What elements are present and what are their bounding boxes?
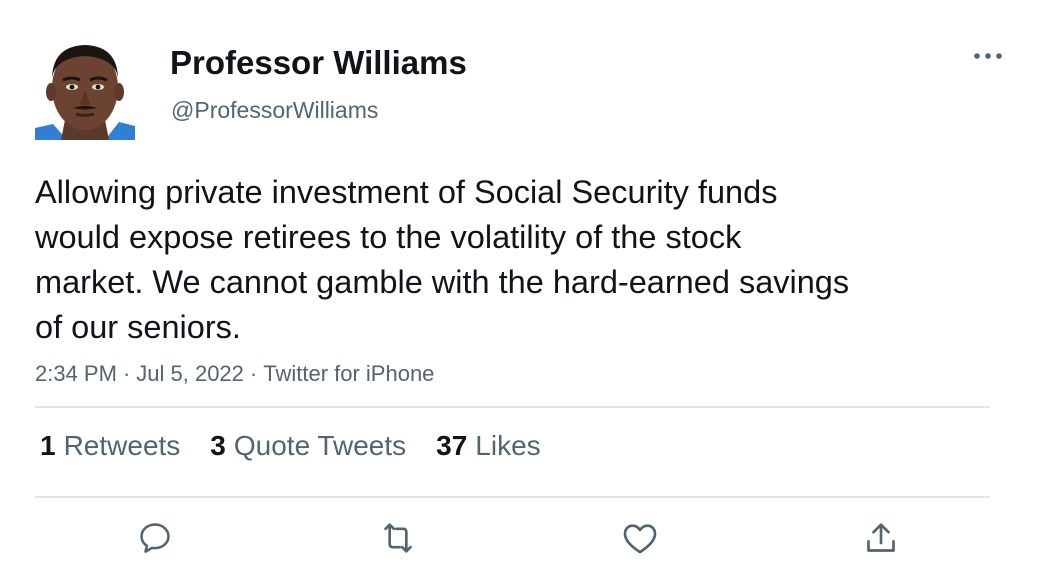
retweet-button[interactable] bbox=[376, 516, 420, 560]
tweet-text-line: would expose retirees to the volatility … bbox=[35, 219, 742, 255]
avatar-image bbox=[35, 40, 135, 140]
divider bbox=[35, 496, 990, 498]
avatar[interactable] bbox=[35, 40, 135, 140]
tweet-text-line: Allowing private investment of Social Se… bbox=[35, 174, 778, 210]
retweets-count: 1 bbox=[40, 430, 56, 461]
author-handle[interactable]: @ProfessorWilliams bbox=[171, 97, 378, 124]
tweet-text-line: of our seniors. bbox=[35, 309, 241, 345]
retweet-icon bbox=[384, 523, 412, 553]
reply-button[interactable] bbox=[133, 516, 177, 560]
meta-separator: · bbox=[249, 361, 258, 386]
tweet-source[interactable]: Twitter for iPhone bbox=[263, 361, 434, 386]
share-button[interactable] bbox=[859, 516, 903, 560]
retweets-label: Retweets bbox=[63, 430, 181, 461]
tweet-meta: 2:34 PM · Jul 5, 2022 · Twitter for iPhone bbox=[35, 361, 434, 387]
tweet-text: Allowing private investment of Social Se… bbox=[35, 170, 995, 350]
more-dots-icon bbox=[974, 53, 1002, 59]
quote-tweets-stat[interactable]: 3 Quote Tweets bbox=[210, 430, 406, 462]
tweet-text-line: market. We cannot gamble with the hard-e… bbox=[35, 264, 850, 300]
likes-stat[interactable]: 37 Likes bbox=[436, 430, 541, 462]
like-icon bbox=[623, 524, 657, 554]
more-options-button[interactable] bbox=[966, 40, 1010, 72]
retweets-stat[interactable]: 1 Retweets bbox=[40, 430, 180, 462]
tweet-date[interactable]: Jul 5, 2022 bbox=[136, 361, 244, 386]
tweet-stats: 1 Retweets 3 Quote Tweets 37 Likes bbox=[40, 430, 541, 462]
like-button[interactable] bbox=[618, 516, 662, 560]
likes-label: Likes bbox=[475, 430, 541, 461]
reply-icon bbox=[140, 523, 170, 553]
tweet-time[interactable]: 2:34 PM bbox=[35, 361, 117, 386]
meta-separator: · bbox=[122, 361, 131, 386]
likes-count: 37 bbox=[436, 430, 468, 461]
share-icon bbox=[867, 523, 895, 552]
author-display-name[interactable]: Professor Williams bbox=[170, 44, 467, 82]
quote-tweets-label: Quote Tweets bbox=[233, 430, 407, 461]
quote-tweets-count: 3 bbox=[210, 430, 226, 461]
divider bbox=[35, 406, 990, 408]
